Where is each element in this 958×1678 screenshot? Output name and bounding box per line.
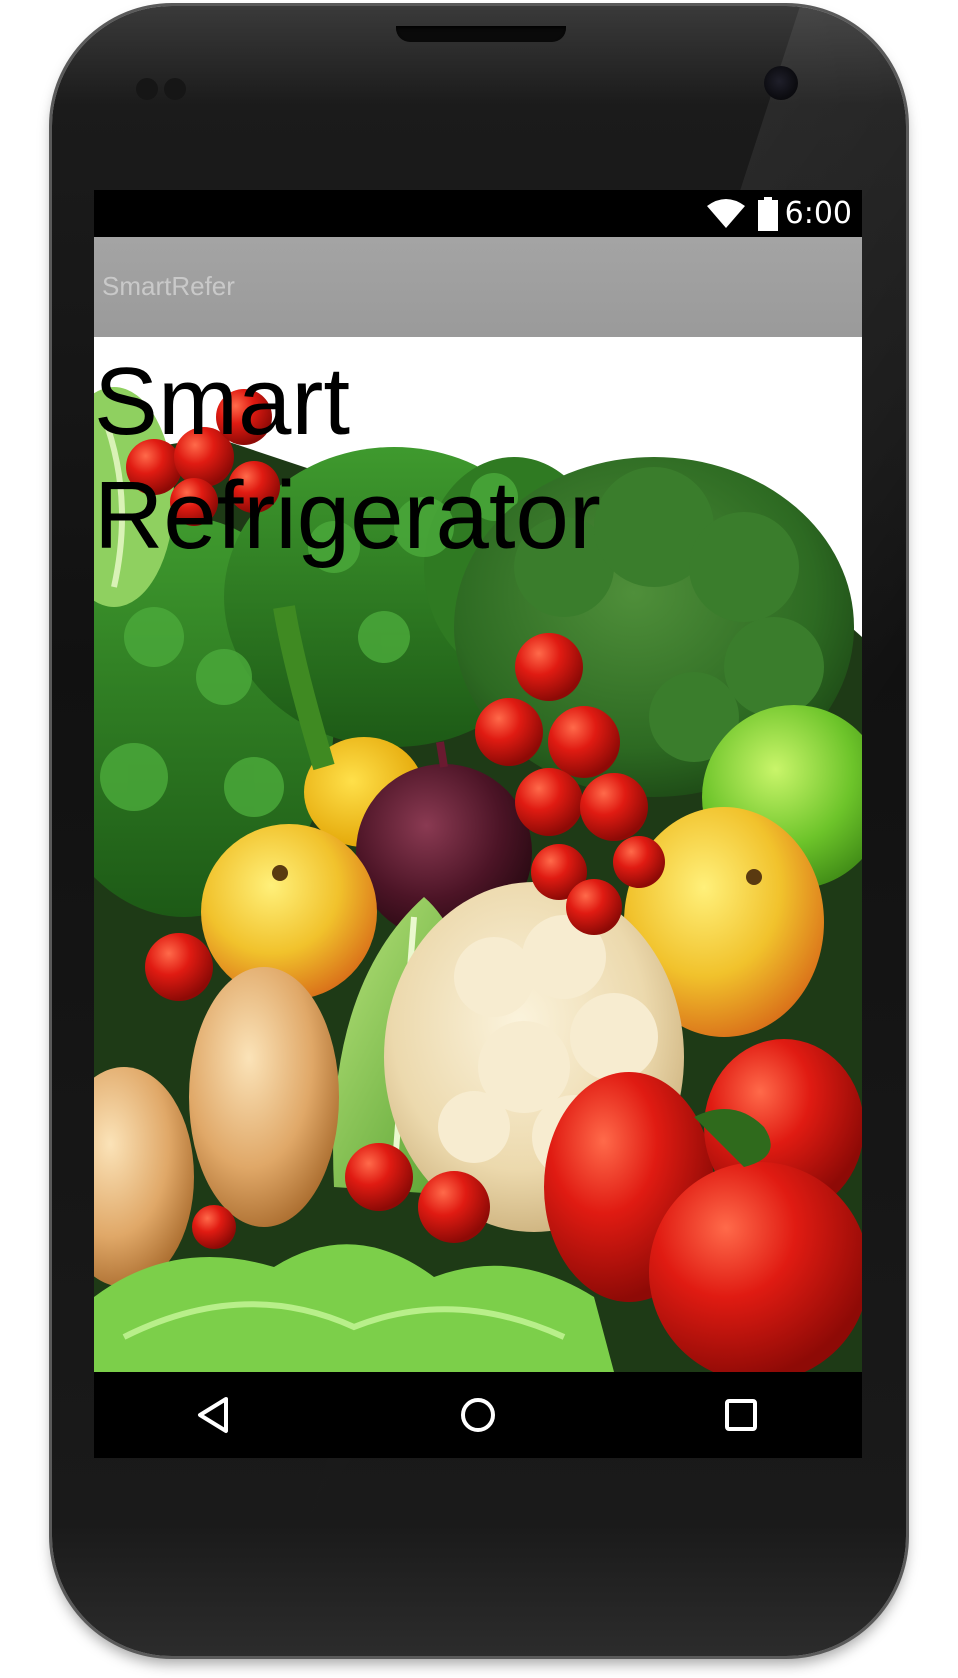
device-screen: 6:00 SmartRefer Smart Refrigerator [94, 190, 862, 1458]
front-camera [764, 66, 798, 100]
app-title: SmartRefer [102, 271, 235, 301]
proximity-sensor [136, 78, 158, 100]
main-content: Smart Refrigerator [94, 337, 862, 1372]
status-time: 6:00 [784, 196, 852, 231]
navigation-bar [94, 1372, 862, 1458]
action-bar: SmartRefer [94, 237, 862, 337]
back-icon[interactable] [190, 1390, 240, 1440]
status-bar: 6:00 [94, 190, 862, 237]
home-icon[interactable] [453, 1390, 503, 1440]
light-sensor [164, 78, 186, 100]
earpiece-speaker [396, 26, 566, 42]
recents-icon[interactable] [716, 1390, 766, 1440]
wifi-icon [707, 199, 745, 228]
battery-icon [758, 197, 778, 231]
headline-title: Smart Refrigerator [94, 348, 601, 569]
